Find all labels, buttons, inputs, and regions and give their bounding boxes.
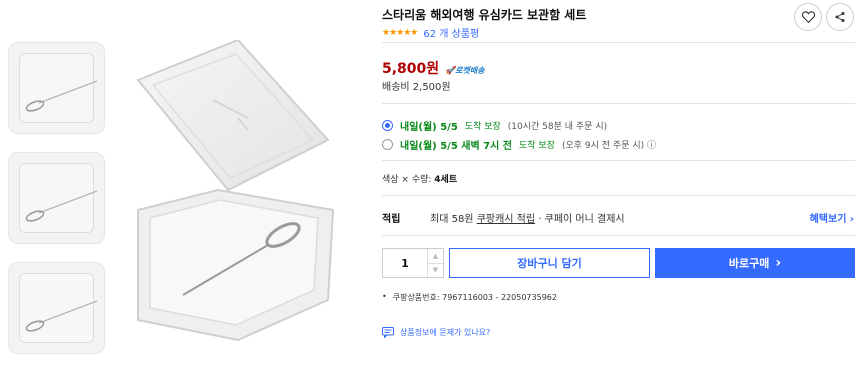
thumbnail-2[interactable] bbox=[8, 152, 105, 244]
review-count-link[interactable]: 62 개 상품평 bbox=[423, 25, 479, 40]
product-code: • 쿠팡상품번호: 7967116003 - 22050735962 bbox=[382, 292, 557, 303]
spec-value: 4세트 bbox=[434, 175, 458, 185]
delivery-date: 내일(월) 5/5 bbox=[400, 122, 458, 133]
thumbnail-3[interactable] bbox=[8, 262, 105, 354]
rocket-badge-label: 로켓배송 bbox=[455, 66, 485, 75]
price-row: 5,800원 🚀로켓배송 bbox=[382, 58, 485, 78]
divider bbox=[382, 235, 855, 236]
favorite-button[interactable] bbox=[794, 3, 822, 31]
shipping-fee: 배송비 2,500원 bbox=[382, 82, 451, 93]
share-button[interactable] bbox=[826, 3, 854, 31]
coupang-cash-link[interactable]: 쿠팡캐시 적립 bbox=[477, 214, 535, 225]
delivery-option-1[interactable]: 내일(월) 5/5 도착 보장 (10시간 58분 내 주문 시) bbox=[382, 118, 607, 133]
divider bbox=[382, 103, 855, 104]
buy-now-label: 바로구매 bbox=[728, 257, 770, 270]
delivery-note: (오후 9시 전 주문 시) ⓘ bbox=[561, 141, 656, 151]
decrease-icon[interactable]: ▼ bbox=[428, 264, 443, 278]
share-icon bbox=[835, 12, 845, 22]
reward-row: 적립 최대 58원 쿠팡캐시 적립 · 쿠페이 머니 결제시 bbox=[382, 210, 855, 225]
report-issue-link[interactable]: 상품정보에 문제가 있나요? bbox=[382, 327, 490, 338]
option-spec: 색상 × 수량: 4세트 bbox=[382, 172, 457, 185]
star-rating-icon: ★★★★★ bbox=[382, 27, 418, 38]
delivery-date: 내일(월) 5/5 새벽 7시 전 bbox=[400, 141, 512, 152]
add-to-cart-button[interactable]: 장바구니 담기 bbox=[449, 248, 650, 278]
delivery-guarantee: 도착 보장 bbox=[519, 141, 555, 151]
divider bbox=[382, 42, 855, 43]
increase-icon[interactable]: ▲ bbox=[428, 249, 443, 264]
benefit-link[interactable]: 혜택보기 › bbox=[810, 210, 854, 225]
chat-icon bbox=[382, 327, 394, 338]
divider bbox=[382, 160, 855, 161]
buy-now-button[interactable]: 바로구매 › bbox=[655, 248, 855, 278]
heart-icon bbox=[801, 11, 815, 23]
radio-selected-icon[interactable] bbox=[382, 120, 393, 131]
sim-pin-graphic bbox=[25, 80, 98, 112]
sim-pin-graphic bbox=[25, 300, 98, 332]
delivery-note: (10시간 58분 내 주문 시) bbox=[507, 122, 608, 132]
product-code-text: 쿠팡상품번호: 7967116003 - 22050735962 bbox=[392, 293, 557, 302]
rocket-delivery-badge: 🚀로켓배송 bbox=[445, 65, 484, 76]
quantity-stepper[interactable]: 1 ▲ ▼ bbox=[382, 248, 444, 278]
chevron-right-icon: › bbox=[775, 255, 782, 271]
thumbnail-1[interactable] bbox=[8, 42, 105, 134]
quantity-arrows: ▲ ▼ bbox=[427, 249, 443, 277]
radio-unselected-icon[interactable] bbox=[382, 139, 393, 150]
delivery-option-2[interactable]: 내일(월) 5/5 새벽 7시 전 도착 보장 (오후 9시 전 주문 시) ⓘ bbox=[382, 137, 656, 152]
delivery-guarantee: 도착 보장 bbox=[464, 122, 501, 132]
reward-text: 최대 58원 쿠팡캐시 적립 · 쿠페이 머니 결제시 bbox=[430, 210, 625, 225]
quantity-input[interactable]: 1 bbox=[383, 249, 427, 277]
reward-condition: · 쿠페이 머니 결제시 bbox=[538, 214, 625, 225]
rating-row[interactable]: ★★★★★ 62 개 상품평 bbox=[382, 25, 479, 41]
product-title: 스타리움 해외여행 유심카드 보관함 세트 bbox=[382, 8, 587, 22]
sim-pin-graphic bbox=[25, 190, 98, 222]
main-product-image bbox=[136, 40, 335, 342]
spec-label: 색상 × 수량: bbox=[382, 175, 432, 185]
reward-amount: 최대 58원 bbox=[430, 214, 474, 225]
price-value: 5,800원 bbox=[382, 61, 440, 77]
rocket-icon: 🚀 bbox=[445, 66, 456, 75]
report-text: 상품정보에 문제가 있나요? bbox=[400, 328, 491, 337]
divider bbox=[382, 195, 855, 196]
bullet: • bbox=[382, 292, 387, 301]
reward-label: 적립 bbox=[382, 214, 401, 225]
